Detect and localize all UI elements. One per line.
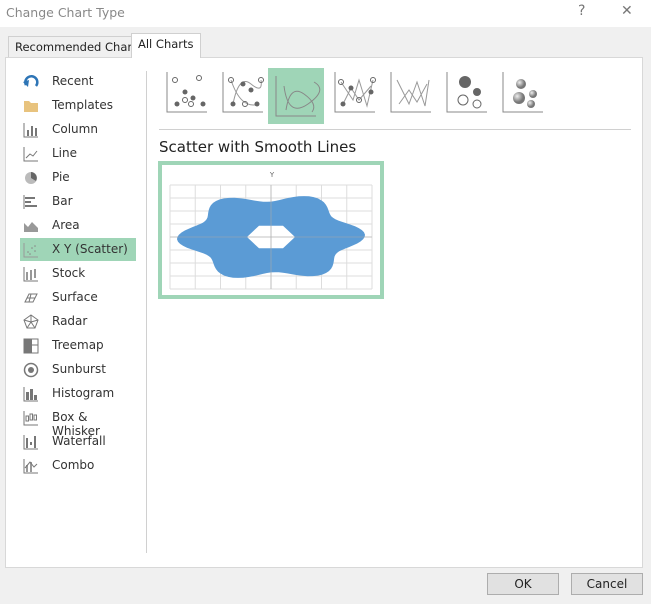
preview-chart: Y — [169, 171, 373, 290]
chart-preview[interactable]: Y — [158, 161, 384, 299]
sidebar-item-label: Treemap — [52, 338, 104, 352]
sidebar-item-label: Surface — [52, 290, 98, 304]
divider — [146, 71, 147, 553]
box-whisker-chart-icon — [23, 411, 38, 426]
bubble-icon — [446, 72, 487, 113]
scatter-smooth-lines-icon — [275, 76, 321, 117]
folder-icon — [24, 101, 38, 112]
all-charts-panel: Recent Templates Column Line Pie Bar Area X Y (… — [5, 57, 643, 568]
sidebar-item-label: Bar — [52, 194, 73, 208]
scatter-straight-lines-markers-icon — [334, 72, 376, 113]
recent-icon — [23, 75, 39, 87]
sidebar-item-treemap[interactable]: Treemap — [20, 334, 136, 357]
sidebar-item-label: Histogram — [52, 386, 115, 400]
sidebar-item-histogram[interactable]: Histogram — [20, 382, 136, 405]
stock-chart-icon — [23, 267, 38, 282]
sidebar-item-radar[interactable]: Radar — [20, 310, 136, 333]
axis — [170, 185, 372, 289]
sidebar-item-label: Line — [52, 146, 78, 160]
sidebar-item-label: Area — [52, 218, 80, 232]
subtype-scatter-straight-lines-markers[interactable] — [333, 70, 377, 114]
sidebar-item-scatter[interactable]: X Y (Scatter) — [20, 238, 136, 261]
sidebar-item-folder[interactable]: Templates — [20, 94, 136, 117]
column-chart-icon — [23, 123, 38, 138]
subtype-bubble[interactable] — [445, 70, 489, 114]
line-chart-icon — [23, 147, 38, 162]
sidebar-item-label: Stock — [52, 266, 86, 280]
treemap-chart-icon — [23, 338, 39, 354]
subtype-title: Scatter with Smooth Lines — [159, 138, 357, 156]
sidebar-item-label: Radar — [52, 314, 88, 328]
sidebar-item-label: Combo — [52, 458, 95, 472]
subtype-scatter[interactable] — [165, 70, 209, 114]
sidebar-item-pie[interactable]: Pie — [20, 166, 136, 189]
sidebar-item-label: Sunburst — [52, 362, 106, 376]
sunburst-chart-icon — [23, 362, 39, 378]
sidebar-item-label: Column — [52, 122, 98, 136]
close-button[interactable]: ✕ — [621, 3, 633, 19]
tab-recommended-charts[interactable]: Recommended Charts — [8, 36, 150, 57]
sidebar-item-combo[interactable]: Combo — [20, 454, 136, 477]
sidebar-item-area[interactable]: Area — [20, 214, 136, 237]
scatter-straight-lines-icon — [390, 72, 431, 113]
sidebar-item-recent[interactable]: Recent — [20, 70, 136, 93]
separator — [159, 129, 631, 130]
scatter-smooth-lines-markers-icon — [222, 72, 264, 113]
scatter-chart-icon — [23, 243, 38, 258]
3d-bubble-icon — [502, 72, 543, 113]
sidebar-item-label: Recent — [52, 74, 94, 88]
sidebar-item-label: Waterfall — [52, 434, 106, 448]
dialog-title: Change Chart Type — [6, 5, 125, 20]
subtype-scatter-straight-lines[interactable] — [389, 70, 433, 114]
pie-chart-icon — [25, 172, 37, 184]
surface-chart-icon — [24, 293, 38, 303]
radar-chart-icon — [23, 314, 39, 329]
sidebar-item-stock[interactable]: Stock — [20, 262, 136, 285]
sidebar-item-bar[interactable]: Bar — [20, 190, 136, 213]
sidebar-item-column[interactable]: Column — [20, 118, 136, 141]
subtype-3d-bubble[interactable] — [501, 70, 545, 114]
subtype-scatter-smooth-lines-markers[interactable] — [221, 70, 265, 114]
preview-axis-label: Y — [269, 171, 275, 179]
help-button[interactable]: ? — [578, 3, 585, 19]
sidebar-item-label: Pie — [52, 170, 70, 184]
combo-chart-icon — [23, 459, 38, 474]
scatter-icon — [166, 72, 207, 113]
subtype-scatter-smooth-lines[interactable] — [268, 68, 324, 124]
sidebar-item-sunburst[interactable]: Sunburst — [20, 358, 136, 381]
tab-all-charts[interactable]: All Charts — [131, 33, 201, 58]
title-bar: Change Chart Type ? ✕ — [0, 0, 651, 27]
sidebar-item-waterfall[interactable]: Waterfall — [20, 430, 136, 453]
sidebar-item-label: Templates — [52, 98, 114, 112]
sidebar-item-label: X Y (Scatter) — [52, 242, 128, 256]
waterfall-chart-icon — [23, 435, 38, 450]
bar-chart-icon — [23, 195, 37, 209]
histogram-chart-icon — [23, 387, 38, 402]
ok-button[interactable]: OK — [487, 573, 559, 595]
sidebar-item-surface[interactable]: Surface — [20, 286, 136, 309]
sidebar-item-box-whisker[interactable]: Box & Whisker — [20, 406, 136, 438]
area-chart-icon — [24, 222, 38, 232]
cancel-button[interactable]: Cancel — [571, 573, 643, 595]
sidebar-item-line[interactable]: Line — [20, 142, 136, 165]
